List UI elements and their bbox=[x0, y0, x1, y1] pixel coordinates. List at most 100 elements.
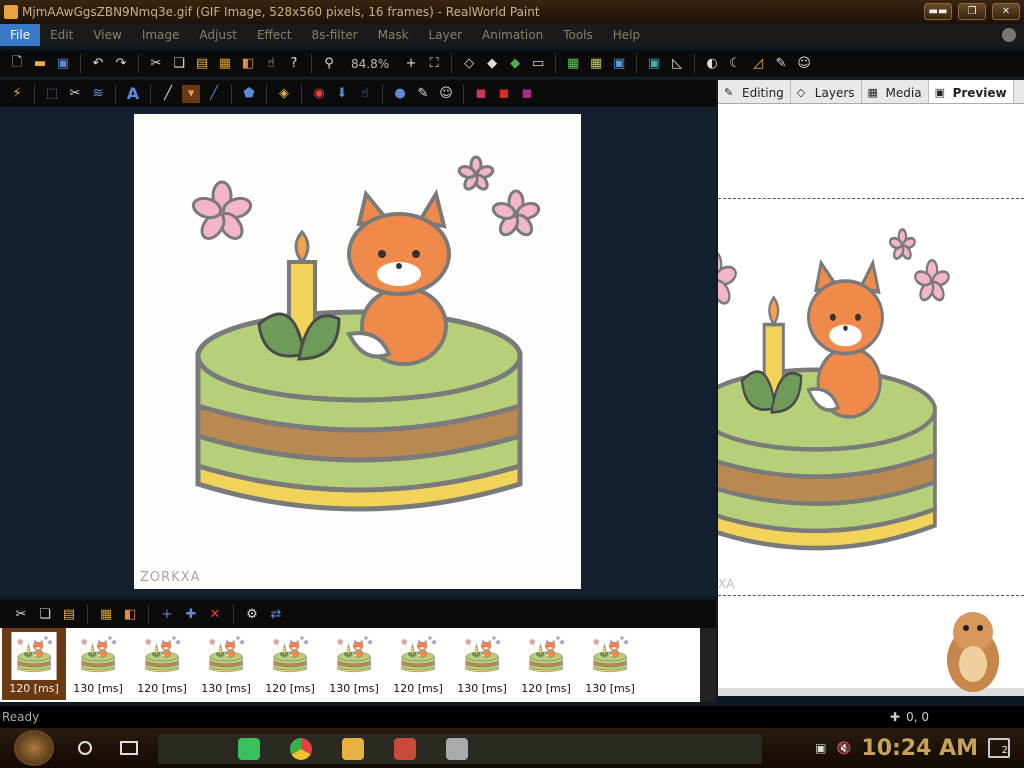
help-cursor-icon[interactable]: ? bbox=[285, 55, 303, 73]
zoom-level[interactable]: 84.8% bbox=[343, 57, 397, 71]
volume-muted-icon[interactable]: 🔇 bbox=[836, 741, 851, 755]
menu-edit[interactable]: Edit bbox=[40, 24, 83, 46]
search-icon[interactable] bbox=[78, 741, 92, 755]
menu-mask[interactable]: Mask bbox=[368, 24, 419, 46]
frame-open-icon[interactable]: ▦ bbox=[97, 605, 115, 623]
shape-tool-icon[interactable]: ⬟ bbox=[240, 85, 258, 103]
notes-app-icon[interactable] bbox=[238, 738, 260, 760]
feather-icon[interactable]: ≋ bbox=[89, 85, 107, 103]
copy-icon[interactable]: ❏ bbox=[170, 55, 188, 73]
frame-import-icon[interactable]: ◧ bbox=[121, 605, 139, 623]
color-red2-icon[interactable]: ◼ bbox=[495, 85, 513, 103]
close-button[interactable]: ✕ bbox=[992, 3, 1020, 20]
menu-8s-filter[interactable]: 8s-filter bbox=[301, 24, 367, 46]
color-purple-icon[interactable]: ◼ bbox=[518, 85, 536, 103]
brush-options-icon[interactable]: ▾ bbox=[182, 84, 200, 103]
menu-adjust[interactable]: Adjust bbox=[189, 24, 247, 46]
user-icon[interactable]: ☺ bbox=[795, 55, 813, 73]
smudge-icon[interactable]: ☝ bbox=[356, 85, 374, 103]
red-eye-icon[interactable]: ◉ bbox=[310, 85, 328, 103]
delete-frame-icon[interactable]: ✕ bbox=[206, 605, 224, 623]
moon-icon[interactable]: ☾ bbox=[726, 55, 744, 73]
network-icon[interactable]: ▣ bbox=[815, 741, 826, 755]
contrast-icon[interactable]: ◐ bbox=[703, 55, 721, 73]
fit-icon[interactable]: ⛶ bbox=[425, 55, 443, 73]
open-folder-icon[interactable]: ▬ bbox=[31, 55, 49, 73]
frame-thumb[interactable]: 130 [ms] bbox=[322, 628, 386, 700]
tab-editing[interactable]: ✎ Editing bbox=[718, 80, 791, 103]
tab-media[interactable]: ▦ Media bbox=[862, 80, 929, 103]
ruler-icon[interactable]: ◺ bbox=[668, 55, 686, 73]
menu-view[interactable]: View bbox=[83, 24, 131, 46]
menu-help[interactable]: Help bbox=[603, 24, 650, 46]
frame-copy-icon[interactable]: ❏ bbox=[36, 605, 54, 623]
grid-alt-icon[interactable]: ▦ bbox=[587, 55, 605, 73]
minimize-button[interactable]: ▬▬ bbox=[924, 3, 952, 20]
layer-green-icon[interactable]: ◆ bbox=[506, 55, 524, 73]
paste-new-icon[interactable]: ◧ bbox=[239, 55, 257, 73]
clone-stamp-icon[interactable]: ⬇ bbox=[333, 85, 351, 103]
menu-animation[interactable]: Animation bbox=[472, 24, 553, 46]
frame-thumb[interactable]: 130 [ms] bbox=[578, 628, 642, 700]
frame-thumb[interactable]: 120 [ms] bbox=[258, 628, 322, 700]
clock[interactable]: 10:24 AM bbox=[861, 736, 978, 761]
blur-icon[interactable]: ● bbox=[391, 85, 409, 103]
file-explorer-icon[interactable] bbox=[342, 738, 364, 760]
zoom-tool-icon[interactable]: ⚲ bbox=[320, 55, 338, 73]
magic-wand-icon[interactable]: ⚡ bbox=[8, 85, 26, 103]
frame-strip-scrollbar[interactable] bbox=[700, 628, 716, 702]
maximize-button[interactable]: ❐ bbox=[958, 3, 986, 20]
scissors-icon[interactable]: ✂ bbox=[66, 85, 84, 103]
realworld-paint-icon[interactable] bbox=[394, 738, 416, 760]
menu-close-icon[interactable] bbox=[1002, 28, 1016, 42]
duplicate-frame-icon[interactable]: ✚ bbox=[182, 605, 200, 623]
grid-icon[interactable]: ▦ bbox=[564, 55, 582, 73]
frame-paste-icon[interactable]: ▤ bbox=[60, 605, 78, 623]
task-view-icon[interactable] bbox=[120, 741, 138, 755]
other-app-icon[interactable] bbox=[446, 738, 468, 760]
brush-icon[interactable]: ╱ bbox=[159, 85, 177, 103]
redo-icon[interactable]: ↷ bbox=[112, 55, 130, 73]
menu-effect[interactable]: Effect bbox=[247, 24, 302, 46]
tab-preview[interactable]: ▣ Preview bbox=[928, 80, 1014, 103]
canvas-area[interactable]: ZORKXA bbox=[0, 108, 716, 596]
fill-bucket-icon[interactable]: ◈ bbox=[275, 85, 293, 103]
menu-layer[interactable]: Layer bbox=[419, 24, 472, 46]
color-red-icon[interactable]: ◼ bbox=[472, 85, 490, 103]
line-tool-icon[interactable]: ╱ bbox=[205, 85, 223, 103]
frame-thumb[interactable]: 130 [ms] bbox=[194, 628, 258, 700]
undo-icon[interactable]: ↶ bbox=[89, 55, 107, 73]
notifications-icon[interactable]: 2 bbox=[988, 738, 1010, 758]
zoom-in-icon[interactable]: + bbox=[402, 55, 420, 73]
flatten-icon[interactable]: ▭ bbox=[529, 55, 547, 73]
chrome-icon[interactable] bbox=[290, 738, 312, 760]
start-button[interactable] bbox=[14, 730, 54, 766]
layer-up-icon[interactable]: ◆ bbox=[483, 55, 501, 73]
selection-icon[interactable]: ⬚ bbox=[43, 85, 61, 103]
frame-thumb[interactable]: 130 [ms] bbox=[66, 628, 130, 700]
frame-tool-icon[interactable]: ✂ bbox=[12, 605, 30, 623]
frame-thumb[interactable]: 120 [ms] bbox=[130, 628, 194, 700]
cut-icon[interactable]: ✂ bbox=[147, 55, 165, 73]
frame-order-icon[interactable]: ⇄ bbox=[267, 605, 285, 623]
add-frame-icon[interactable]: + bbox=[158, 605, 176, 623]
frame-thumb[interactable]: 120 [ms] bbox=[2, 628, 66, 700]
triangle-icon[interactable]: ◿ bbox=[749, 55, 767, 73]
eyedropper-icon[interactable]: ✎ bbox=[414, 85, 432, 103]
layer-copy-icon[interactable]: ▦ bbox=[216, 55, 234, 73]
layer-down-icon[interactable]: ◇ bbox=[460, 55, 478, 73]
paste-icon[interactable]: ▤ bbox=[193, 55, 211, 73]
image-icon[interactable]: ▣ bbox=[610, 55, 628, 73]
menu-tools[interactable]: Tools bbox=[553, 24, 603, 46]
text-tool-icon[interactable]: A bbox=[124, 84, 142, 103]
menu-image[interactable]: Image bbox=[132, 24, 190, 46]
new-file-icon[interactable]: 🗋 bbox=[8, 55, 26, 73]
frame-thumb[interactable]: 120 [ms] bbox=[386, 628, 450, 700]
retouch-icon[interactable]: ☺ bbox=[437, 85, 455, 103]
pen-icon[interactable]: ✎ bbox=[772, 55, 790, 73]
frame-thumb[interactable]: 120 [ms] bbox=[514, 628, 578, 700]
image-canvas[interactable]: ZORKXA bbox=[134, 114, 581, 589]
frame-settings-icon[interactable]: ⚙ bbox=[243, 605, 261, 623]
save-icon[interactable]: ▣ bbox=[54, 55, 72, 73]
pointer-icon[interactable]: ☝ bbox=[262, 55, 280, 73]
